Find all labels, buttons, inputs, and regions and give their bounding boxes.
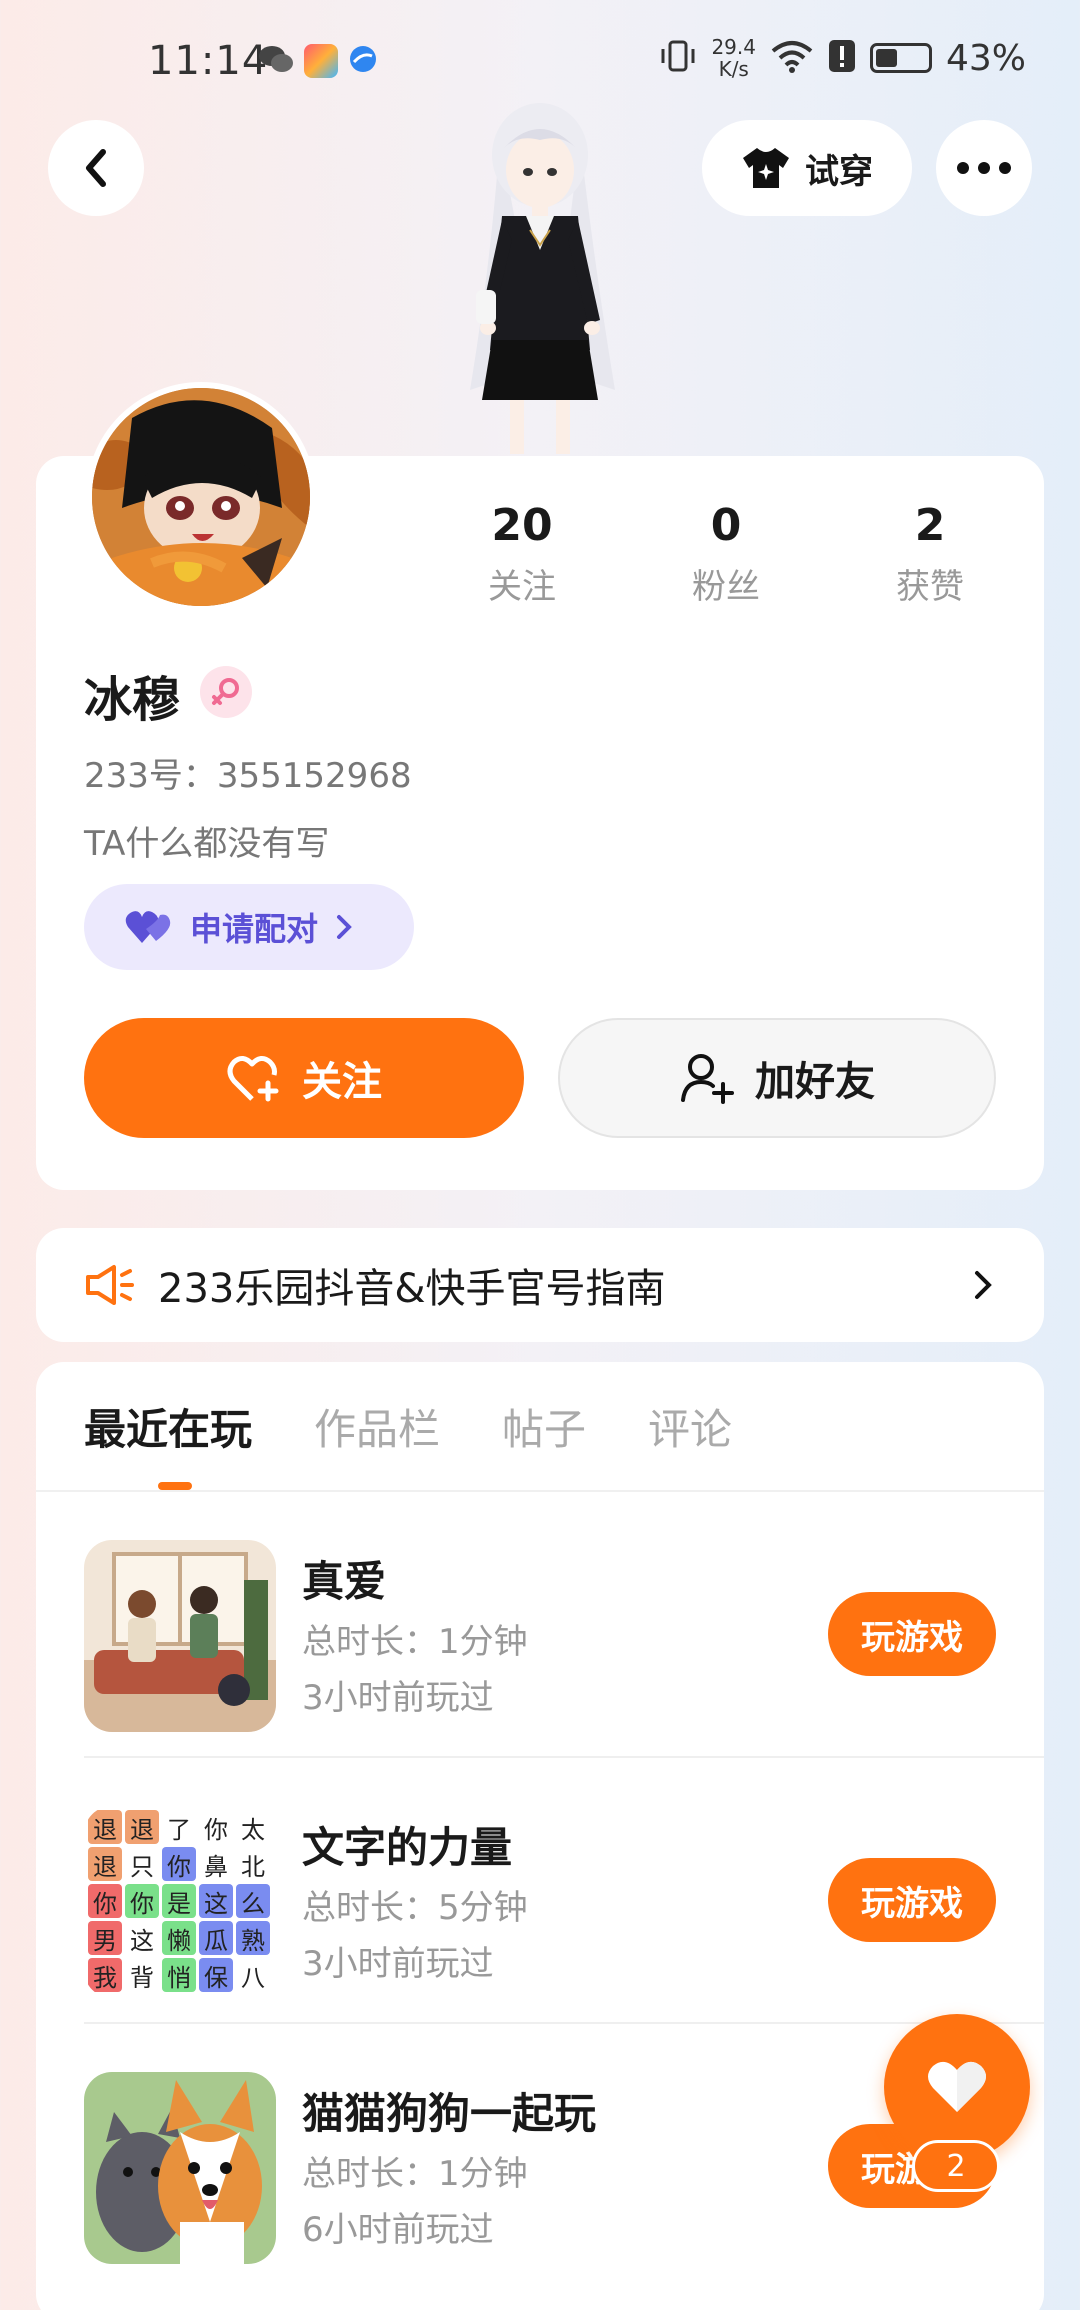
game-duration: 总时长：5分钟 [302,1888,528,1928]
word-cell: 我 [88,1958,122,1992]
chevron-right-icon [337,915,352,939]
game-title: 文字的力量 [302,1823,513,1872]
game-title: 猫猫狗狗一起玩 [302,2089,597,2138]
word-cell: 是 [162,1884,196,1918]
word-cell: 保 [199,1958,233,1992]
tryon-button[interactable]: 试穿 [702,120,912,216]
word-cell: 退 [125,1810,159,1844]
notice-banner[interactable]: 233乐园抖音&快手官号指南 [36,1228,1044,1342]
play-game-button[interactable]: 玩游戏 [828,1592,996,1676]
alert-icon [828,39,856,77]
game-last-played: 3小时前玩过 [302,1944,494,1984]
notice-text: 233乐园抖音&快手官号指南 [158,1266,666,1312]
word-cell: 悄 [162,1958,196,1992]
double-heart-icon [125,911,171,943]
status-right: 29.4 K/s 43% [659,36,1026,80]
word-cell: 鼻 [204,1852,228,1881]
play-game-button[interactable]: 玩游戏 [828,1858,996,1942]
profile-name: 冰穆 [84,672,181,728]
follow-label: 关注 [302,1059,382,1105]
female-gender-icon [200,666,252,718]
word-cell: 八 [241,1963,265,1992]
add-friend-button[interactable]: 加好友 [558,1018,996,1138]
stat-likes[interactable]: 2 获赞 [850,500,1010,608]
game-thumbnail [84,1540,276,1732]
word-cell: 只 [130,1852,154,1881]
like-fab-button[interactable] [884,2014,1030,2160]
avatar[interactable] [86,382,316,612]
game-last-played: 6小时前玩过 [302,2210,494,2250]
word-cell: 退 [88,1810,122,1844]
game-thumbnail: 退退了你太退只你鼻北你你是这么男这懒瓜熟我背悄保八 [84,1806,276,1998]
word-cell: 北 [241,1852,265,1881]
game-item[interactable]: 真爱 总时长：1分钟 3小时前玩过 玩游戏 [36,1492,1044,1758]
chevron-right-icon [975,1271,992,1299]
word-cell: 太 [241,1815,265,1844]
tab-comments[interactable]: 评论 [648,1396,732,1457]
tab-recently-played[interactable]: 最近在玩 [84,1396,252,1457]
word-cell: 背 [130,1963,154,1992]
notification-icons [258,44,378,78]
game-duration: 总时长：1分钟 [302,2154,528,2194]
browser-icon [348,44,378,78]
word-cell: 熟 [236,1921,270,1955]
user-bio: TA什么都没有写 [84,824,330,864]
word-cell: 你 [88,1884,122,1918]
game-last-played: 3小时前玩过 [302,1678,494,1718]
active-tab-indicator [158,1482,192,1490]
avatar-3d-figure[interactable] [430,100,650,460]
game-item[interactable]: 退退了你太退只你鼻北你你是这么男这懒瓜熟我背悄保八 文字的力量 总时长：5分钟 … [36,1758,1044,2024]
word-cell: 么 [236,1884,270,1918]
word-cell: 退 [88,1847,122,1881]
game-duration: 总时长：1分钟 [302,1622,528,1662]
tryon-label: 试穿 [805,151,873,192]
word-grid: 退退了你太退只你鼻北你你是这么男这懒瓜熟我背悄保八 [88,1810,272,1992]
word-cell: 男 [88,1921,122,1955]
word-cell: 这 [199,1884,233,1918]
wifi-icon [770,39,814,77]
add-friend-label: 加好友 [755,1059,875,1105]
tab-posts[interactable]: 帖子 [502,1396,586,1457]
tab-bar: 最近在玩 作品栏 帖子 评论 [84,1396,732,1457]
like-count-badge: 2 [912,2140,1000,2192]
apply-pair-button[interactable]: 申请配对 [84,884,414,970]
user-id: 233号：355152968 [84,756,412,796]
game-title: 真爱 [302,1557,387,1606]
back-button[interactable] [48,120,144,216]
status-time: 11:14 [148,38,269,84]
vibrate-icon [659,39,697,77]
word-cell: 你 [125,1884,159,1918]
more-button[interactable] [936,120,1032,216]
megaphone-icon [86,1265,134,1305]
tshirt-icon [743,148,789,188]
heart-icon [928,2061,986,2112]
wechat-icon [258,44,294,78]
battery-icon [869,43,932,73]
word-cell: 你 [162,1847,196,1881]
follow-button[interactable]: 关注 [84,1018,524,1138]
chevron-left-icon [86,149,106,187]
game-thumbnail [84,2072,276,2264]
word-cell: 你 [204,1815,228,1844]
app-notification-icon [304,44,338,78]
network-speed: 29.4 K/s [711,35,756,81]
tab-works[interactable]: 作品栏 [314,1396,440,1457]
word-cell: 瓜 [199,1921,233,1955]
heart-plus-icon [227,1056,279,1102]
word-cell: 懒 [162,1921,196,1955]
stat-following[interactable]: 20 关注 [442,500,602,608]
add-person-icon [681,1054,734,1104]
more-dots-icon [957,162,1011,174]
word-cell: 了 [167,1815,191,1844]
stat-fans[interactable]: 0 粉丝 [646,500,806,608]
apply-pair-label: 申请配对 [190,910,319,948]
word-cell: 这 [130,1926,154,1955]
battery-percent: 43% [945,37,1026,79]
